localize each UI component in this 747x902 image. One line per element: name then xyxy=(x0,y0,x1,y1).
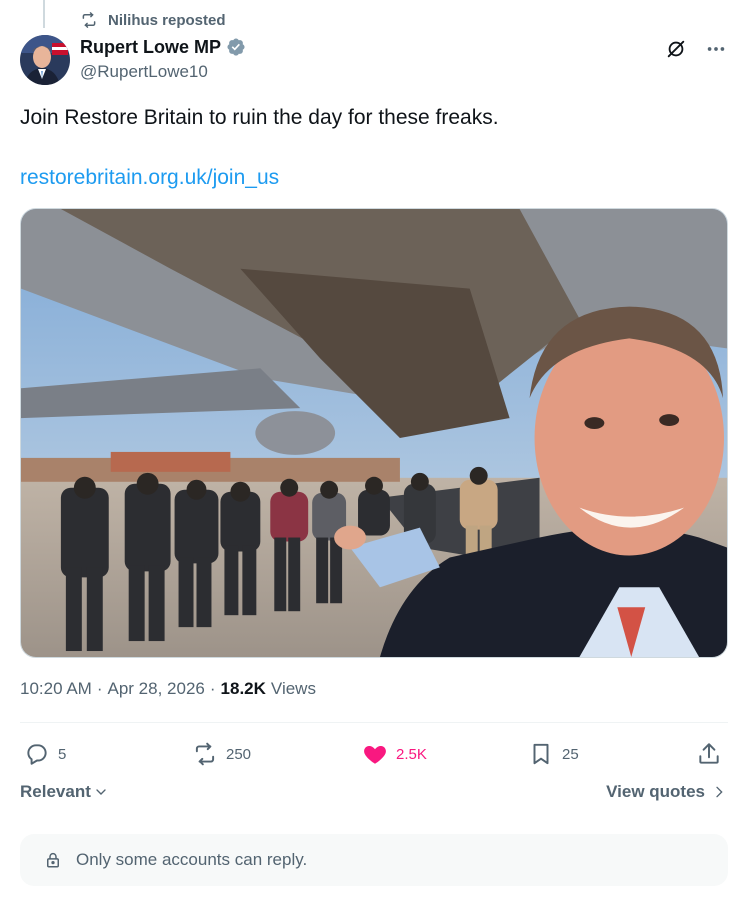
share-icon xyxy=(699,743,719,764)
tweet-date[interactable]: Apr 28, 2026 xyxy=(108,679,205,699)
bookmark-button[interactable]: 25 xyxy=(528,738,579,770)
more-options-button[interactable] xyxy=(703,36,729,62)
avatar[interactable] xyxy=(20,35,70,85)
tweet-media-image[interactable] xyxy=(20,208,728,658)
top-actions xyxy=(663,36,729,62)
view-quotes-label: View quotes xyxy=(606,782,705,801)
tweet-meta: 10:20 AM · Apr 28, 2026 · 18.2K Views xyxy=(20,679,316,699)
like-count: 2.5K xyxy=(396,745,427,763)
views-label: Views xyxy=(270,679,316,698)
meta-separator: · xyxy=(96,679,103,698)
reply-restriction-notice: Only some accounts can reply. xyxy=(20,834,728,886)
author-name[interactable]: Rupert Lowe MP xyxy=(80,37,221,58)
verified-badge-icon[interactable] xyxy=(226,37,246,57)
action-bar: 5 250 2.5K 25 xyxy=(20,738,728,770)
bookmark-icon xyxy=(533,743,549,765)
reply-restriction-label: Only some accounts can reply. xyxy=(76,850,308,869)
sort-label: Relevant xyxy=(20,782,91,801)
views-count: 18.2K xyxy=(220,679,266,698)
meta-separator: · xyxy=(209,679,216,698)
sort-relevant-dropdown[interactable]: Relevant xyxy=(20,782,109,802)
repost-icon xyxy=(195,742,215,766)
view-quotes-link[interactable]: View quotes xyxy=(606,782,727,802)
grok-icon xyxy=(667,40,685,58)
grok-button[interactable] xyxy=(663,36,689,62)
divider xyxy=(20,722,728,723)
tweet-link[interactable]: restorebritain.org.uk/join_us xyxy=(20,164,279,192)
repost-label: Nilihus reposted xyxy=(108,11,226,29)
share-button[interactable] xyxy=(696,738,722,770)
like-button[interactable]: 2.5K xyxy=(362,738,427,770)
more-icon xyxy=(707,47,725,51)
reply-count: 5 xyxy=(58,745,67,763)
reply-button[interactable]: 5 xyxy=(24,738,66,770)
repost-button[interactable]: 250 xyxy=(192,738,251,770)
author-handle[interactable]: @RupertLowe10 xyxy=(80,62,246,82)
lock-icon xyxy=(47,852,59,868)
repost-context[interactable]: Nilihus reposted xyxy=(80,10,226,30)
author-block: Rupert Lowe MP @RupertLowe10 xyxy=(80,36,246,82)
heart-icon xyxy=(364,745,386,764)
repost-icon xyxy=(82,12,96,28)
thread-line xyxy=(43,0,45,28)
tweet-time[interactable]: 10:20 AM xyxy=(20,679,92,699)
reply-icon xyxy=(27,744,47,765)
chevron-down-icon xyxy=(96,789,106,795)
bookmark-count: 25 xyxy=(562,745,579,763)
tweet-text: Join Restore Britain to ruin the day for… xyxy=(20,106,499,129)
chevron-right-icon xyxy=(716,786,723,798)
repost-count: 250 xyxy=(226,745,252,763)
